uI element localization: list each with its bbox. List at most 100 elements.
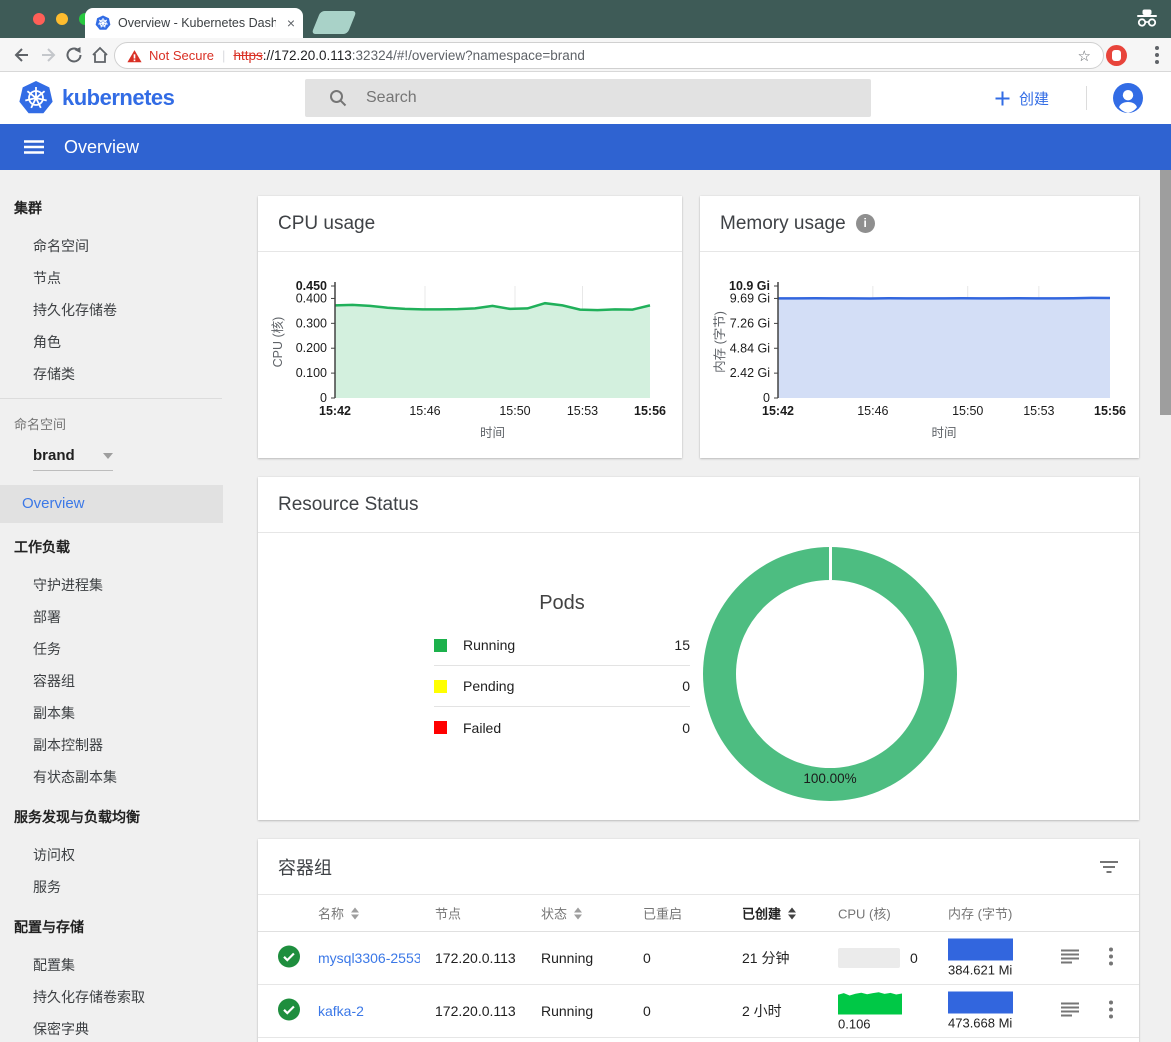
- hamburger-menu-icon[interactable]: [24, 140, 44, 154]
- pods-table-header: 名称 节点 状态 已重启 已创建 CPU (核) 内存 (字节): [258, 895, 1139, 932]
- resource-status-title: Resource Status: [258, 477, 1139, 533]
- svg-text:0.300: 0.300: [296, 316, 327, 330]
- pod-restarts: 0: [643, 950, 651, 966]
- column-header-created[interactable]: 已创建: [742, 904, 796, 923]
- cpu-usage-chart: 0.4500.4000.3000.2000.100015:4215:4615:5…: [258, 254, 682, 454]
- scrollbar[interactable]: [1155, 170, 1171, 1042]
- pods-table-title: 容器组: [258, 839, 1139, 895]
- pod-status: Running: [541, 950, 593, 966]
- namespace-label: 命名空间: [0, 405, 240, 433]
- sort-icon: [351, 907, 359, 919]
- sort-icon: [574, 907, 582, 919]
- pod-age: 2 小时: [742, 1001, 782, 1021]
- brand-title[interactable]: kubernetes: [62, 72, 174, 124]
- pod-logs-icon[interactable]: [1061, 949, 1079, 968]
- column-header-name[interactable]: 名称: [318, 904, 359, 923]
- svg-text:15:46: 15:46: [409, 404, 440, 418]
- back-icon[interactable]: [12, 45, 32, 65]
- sidebar-item[interactable]: 部署: [0, 601, 240, 633]
- column-header-cpu[interactable]: CPU (核): [838, 904, 891, 923]
- column-header-status[interactable]: 状态: [541, 904, 582, 923]
- refresh-icon[interactable]: [64, 45, 84, 65]
- sidebar-item[interactable]: 副本控制器: [0, 729, 240, 761]
- resource-status-title-text: Resource Status: [278, 494, 418, 516]
- pod-logs-icon[interactable]: [1061, 1002, 1079, 1021]
- memory-usage-chart: 10.9 Gi9.69 Gi7.26 Gi4.84 Gi2.42 Gi015:4…: [700, 254, 1139, 454]
- sidebar-item[interactable]: 任务: [0, 633, 240, 665]
- sidebar-section-header: 工作负载: [0, 531, 240, 563]
- sidebar-section-header: 服务发现与负载均衡: [0, 801, 240, 833]
- url-scheme: https: [233, 48, 262, 63]
- pods-donut: 100.00%: [703, 547, 957, 801]
- address-bar[interactable]: Not Secure https ://172.20.0.113 :32324/…: [114, 42, 1104, 69]
- legend-value: 0: [682, 678, 690, 694]
- pod-menu-icon[interactable]: [1109, 948, 1113, 969]
- pod-memory-bar: 384.621 Mi: [948, 939, 1013, 978]
- new-tab-button[interactable]: [311, 11, 356, 34]
- sidebar: 集群命名空间节点持久化存储卷角色存储类命名空间brandOverview工作负载…: [0, 170, 240, 1042]
- sidebar-item[interactable]: 副本集: [0, 697, 240, 729]
- info-icon[interactable]: [856, 214, 875, 233]
- scrollbar-thumb[interactable]: [1160, 170, 1171, 415]
- legend-label: Failed: [463, 720, 501, 736]
- pod-name-link[interactable]: mysql3306-2553: [318, 950, 420, 966]
- legend-row: Failed0: [434, 707, 690, 748]
- sidebar-divider: [0, 398, 222, 399]
- sidebar-item[interactable]: 存储类: [0, 358, 240, 390]
- legend-label: Running: [463, 637, 515, 653]
- pod-name-link[interactable]: kafka-2: [318, 1003, 364, 1019]
- sidebar-item[interactable]: 访问权: [0, 839, 240, 871]
- sidebar-item[interactable]: 配置集: [0, 949, 240, 981]
- browser-tab[interactable]: Overview - Kubernetes Dashb: [85, 8, 303, 38]
- sidebar-item[interactable]: 角色: [0, 326, 240, 358]
- chevron-down-icon: [103, 453, 113, 459]
- sidebar-item[interactable]: 容器组: [0, 665, 240, 697]
- minimize-window-button[interactable]: [56, 13, 68, 25]
- sidebar-item[interactable]: 守护进程集: [0, 569, 240, 601]
- sidebar-item[interactable]: 保密字典: [0, 1013, 240, 1042]
- kubernetes-favicon: [95, 15, 111, 31]
- pod-row: mysql3306-2553172.20.0.113Running021 分钟0…: [258, 932, 1139, 985]
- user-avatar-icon[interactable]: [1113, 83, 1143, 113]
- svg-text:0.200: 0.200: [296, 341, 327, 355]
- column-header-node[interactable]: 节点: [435, 904, 461, 923]
- pod-row: kafka-2172.20.0.113Running02 小时0.106473.…: [258, 985, 1139, 1038]
- namespace-selector[interactable]: brand: [33, 441, 113, 471]
- close-window-button[interactable]: [33, 13, 45, 25]
- sidebar-item[interactable]: 有状态副本集: [0, 761, 240, 793]
- pod-cpu-sparkline: 0.106: [838, 991, 902, 1032]
- svg-text:15:42: 15:42: [319, 404, 351, 418]
- memory-usage-card: Memory usage 10.9 Gi9.69 Gi7.26 Gi4.84 G…: [700, 196, 1139, 458]
- search-input[interactable]: Search: [305, 79, 871, 117]
- browser-urlbar-row: Not Secure https ://172.20.0.113 :32324/…: [0, 38, 1171, 72]
- tab-close-icon[interactable]: [287, 16, 295, 30]
- svg-text:0: 0: [320, 391, 327, 405]
- sidebar-item[interactable]: 持久化存储卷索取: [0, 981, 240, 1013]
- cpu-card-title-text: CPU usage: [278, 213, 375, 235]
- svg-text:0: 0: [763, 391, 770, 405]
- memory-card-title-text: Memory usage: [720, 213, 846, 235]
- forward-icon[interactable]: [38, 45, 58, 65]
- bookmark-star-icon[interactable]: [1078, 47, 1091, 65]
- legend-label: Pending: [463, 678, 514, 694]
- sidebar-section-header: 配置与存储: [0, 911, 240, 943]
- memory-card-title: Memory usage: [700, 196, 1139, 252]
- page-body: 集群命名空间节点持久化存储卷角色存储类命名空间brandOverview工作负载…: [0, 170, 1171, 1042]
- pods-legend-rows: Running15Pending0Failed0: [434, 625, 690, 748]
- extension-icon[interactable]: [1106, 45, 1127, 66]
- filter-icon[interactable]: [1099, 860, 1119, 874]
- column-header-mem[interactable]: 内存 (字节): [948, 904, 1012, 923]
- sidebar-item[interactable]: 持久化存储卷: [0, 294, 240, 326]
- column-header-restarts[interactable]: 已重启: [643, 904, 682, 923]
- browser-menu-icon[interactable]: [1155, 46, 1159, 64]
- pod-menu-icon[interactable]: [1109, 1001, 1113, 1022]
- sidebar-item[interactable]: 服务: [0, 871, 240, 903]
- home-icon[interactable]: [90, 45, 110, 65]
- sidebar-item[interactable]: 节点: [0, 262, 240, 294]
- create-button[interactable]: 创建: [995, 72, 1049, 124]
- cpu-card-title: CPU usage: [258, 196, 682, 252]
- sidebar-item-overview[interactable]: Overview: [0, 485, 223, 523]
- search-icon: [329, 89, 347, 107]
- sidebar-item[interactable]: 命名空间: [0, 230, 240, 262]
- pod-node: 172.20.0.113: [435, 950, 516, 966]
